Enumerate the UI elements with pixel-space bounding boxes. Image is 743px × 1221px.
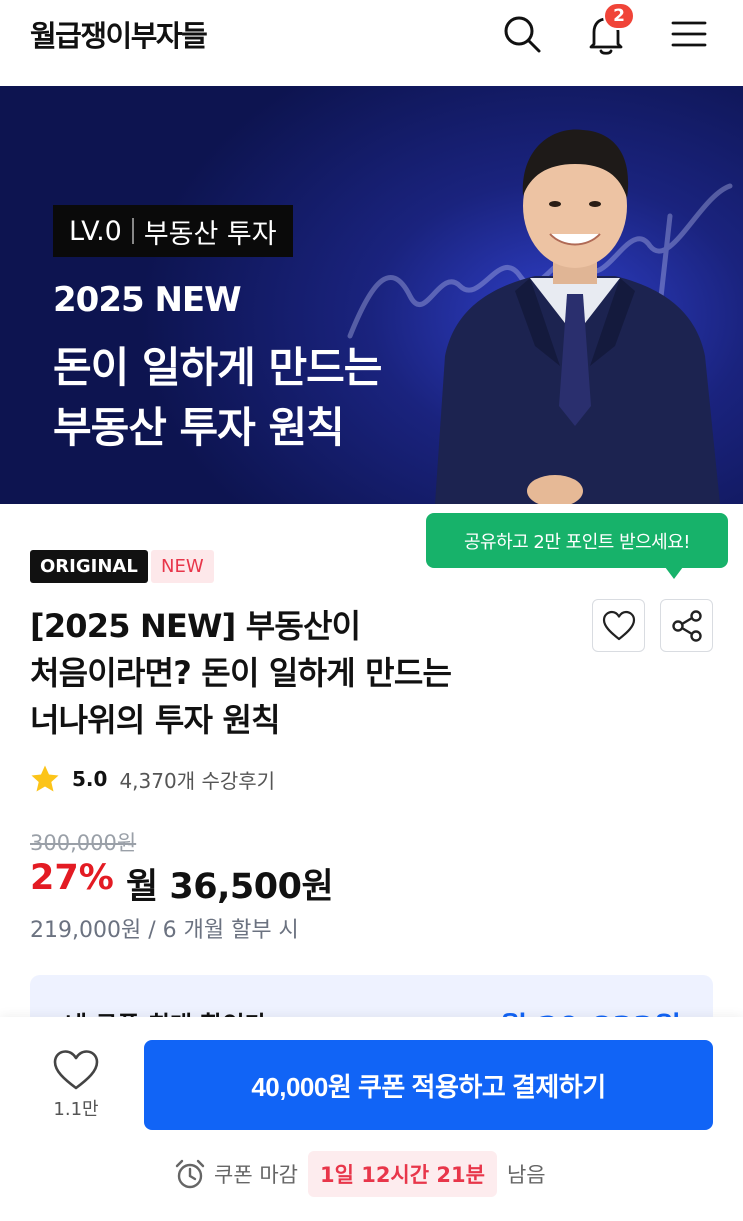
share-reward-tooltip: 공유하고 2만 포인트 받으세요!: [426, 513, 728, 568]
level-divider: [131, 218, 134, 244]
search-button[interactable]: [500, 12, 544, 56]
installment-info: 219,000원 / 6 개월 할부 시: [30, 918, 299, 943]
wishlist-count: 1.1만: [53, 1099, 99, 1120]
review-count-link[interactable]: 4,370개 수강후기: [119, 765, 275, 794]
level-label: LV.0: [69, 215, 122, 247]
rating-score: 5.0: [72, 767, 108, 791]
course-banner: LV.0 부동산 투자 2025 NEW 돈이 일하게 만드는 부동산 투자 원…: [0, 86, 743, 504]
course-title-line: 처음이라면? 돈이 일하게 만드는: [30, 654, 452, 692]
coupon-countdown: 1일 12시간 21분: [307, 1151, 497, 1197]
wishlist-button[interactable]: 1.1만: [46, 1049, 106, 1121]
course-title-line: 너나위의 투자 원칙: [30, 701, 281, 739]
coupon-deadline: 쿠폰 마감 1일 12시간 21분 남음: [174, 1151, 546, 1197]
heart-icon: [602, 610, 635, 640]
share-icon: [671, 609, 702, 642]
new-badge: NEW: [151, 550, 214, 583]
banner-headline-2: 돈이 일하게 만드는: [53, 343, 382, 392]
level-tag: LV.0 부동산 투자: [53, 205, 293, 257]
original-price: 300,000원: [30, 831, 137, 855]
alarm-clock-icon: [175, 1159, 205, 1189]
app-header: 월급쟁이부자들 2: [0, 0, 743, 86]
original-badge: ORIGINAL: [30, 550, 148, 583]
discount-rate: 27%: [30, 858, 114, 898]
checkout-button[interactable]: 40,000원 쿠폰 적용하고 결제하기: [144, 1040, 713, 1130]
banner-headline-1: 2025 NEW: [53, 280, 242, 320]
course-title-line: [2025 NEW] 부동산이: [30, 607, 361, 645]
category-label: 부동산 투자: [143, 218, 277, 250]
heart-icon: [53, 1050, 99, 1090]
tooltip-arrow: [665, 567, 683, 579]
monthly-price: 월 36,500원: [126, 867, 334, 907]
banner-headline-3: 부동산 투자 원칙: [53, 403, 345, 452]
star-icon: [31, 765, 59, 792]
brand-logo[interactable]: 월급쟁이부자들: [30, 13, 208, 55]
notification-badge: 2: [603, 2, 635, 30]
coupon-deadline-label: 쿠폰 마감: [214, 1163, 298, 1187]
like-button[interactable]: [592, 599, 645, 652]
menu-button[interactable]: [667, 12, 711, 56]
search-icon: [504, 16, 541, 53]
share-button[interactable]: [660, 599, 713, 652]
rating-row: 5.0 4,370개 수강후기: [30, 763, 275, 795]
course-title: [2025 NEW] 부동산이 처음이라면? 돈이 일하게 만드는 너나위의 투…: [30, 603, 570, 744]
coupon-remaining-label: 남음: [506, 1163, 546, 1187]
menu-icon: [671, 21, 707, 47]
instructor-photo: [435, 129, 720, 504]
